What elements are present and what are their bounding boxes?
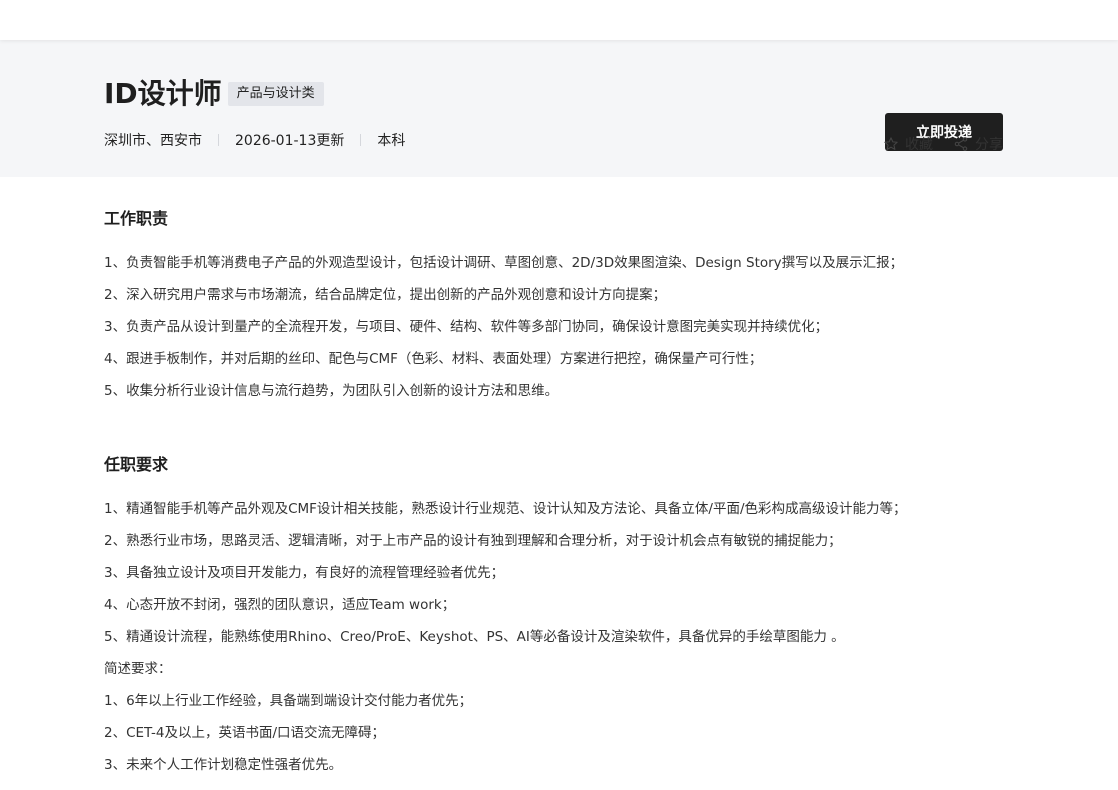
list-item: 1、6年以上行业工作经验，具备端到端设计交付能力者优先；: [104, 693, 473, 709]
list-item: 1、精通智能手机等产品外观及CMF设计相关技能，熟悉设计行业规范、设计认知及方法…: [104, 501, 907, 517]
list-item: 简述要求：: [104, 661, 172, 677]
job-title-row: ID设计师 产品与设计类: [104, 74, 324, 114]
job-updated-date: 2026-01-13更新: [235, 133, 345, 149]
share-button[interactable]: 分享: [953, 134, 1003, 154]
job-category-tag: 产品与设计类: [227, 82, 324, 106]
list-item: 5、收集分析行业设计信息与流行趋势，为团队引入创新的设计方法和思维。: [104, 383, 559, 399]
star-outline-icon: [884, 137, 898, 150]
share-label: 分享: [975, 137, 1003, 153]
list-item: 1、负责智能手机等消费电子产品的外观造型设计，包括设计调研、草图创意、2D/3D…: [104, 255, 904, 271]
section-title: 任职要求: [104, 455, 169, 474]
job-title: ID设计师: [104, 77, 222, 110]
job-education: 本科: [377, 133, 406, 149]
list-item: 2、CET-4及以上，英语书面/口语交流无障碍；: [104, 725, 386, 741]
favorite-label: 收藏: [905, 137, 933, 153]
meta-divider: [218, 134, 219, 146]
job-meta: 深圳市、西安市 2026-01-13更新 本科: [104, 130, 405, 150]
list-item: 2、熟悉行业市场，思路灵活、逻辑清晰，对于上市产品的设计有独到理解和合理分析，对…: [104, 533, 842, 549]
list-item: 4、跟进手板制作，并对后期的丝印、配色与CMF（色彩、材料、表面处理）方案进行把…: [104, 351, 763, 367]
top-nav-bar: [0, 0, 1118, 40]
requirements-section: 任职要求 1、精通智能手机等产品外观及CMF设计相关技能，熟悉设计行业规范、设计…: [104, 454, 1118, 781]
list-item: 2、深入研究用户需求与市场潮流，结合品牌定位，提出创新的产品外观创意和设计方向提…: [104, 287, 667, 303]
meta-divider: [360, 134, 362, 146]
duties-section: 工作职责 1、负责智能手机等消费电子产品的外观造型设计，包括设计调研、草图创意、…: [104, 208, 1118, 407]
list-item: 3、负责产品从设计到量产的全流程开发，与项目、硬件、结构、软件等多部门协同，确保…: [104, 319, 829, 335]
job-description: 工作职责 1、负责智能手机等消费电子产品的外观造型设计，包括设计调研、草图创意、…: [0, 177, 1118, 781]
list-item: 3、具备独立设计及项目开发能力，有良好的流程管理经验者优先；: [104, 565, 505, 581]
favorite-button[interactable]: 收藏: [883, 134, 933, 154]
job-location: 深圳市、西安市: [104, 133, 202, 149]
list-item: 5、精通设计流程，能熟练使用Rhino、Creo/ProE、Keyshot、PS…: [104, 629, 845, 645]
duties-list: 1、负责智能手机等消费电子产品的外观造型设计，包括设计调研、草图创意、2D/3D…: [104, 247, 1118, 407]
job-header: ID设计师 产品与设计类 深圳市、西安市 2026-01-13更新 本科 立即投…: [0, 40, 1118, 177]
list-item: 4、心态开放不封闭，强烈的团队意识，适应Team work；: [104, 597, 456, 613]
share-nodes-icon: [954, 137, 968, 151]
requirements-list: 1、精通智能手机等产品外观及CMF设计相关技能，熟悉设计行业规范、设计认知及方法…: [104, 493, 1118, 781]
section-title: 工作职责: [104, 209, 169, 228]
list-item: 3、未来个人工作计划稳定性强者优先。: [104, 757, 343, 773]
job-actions: 收藏 分享: [863, 134, 1003, 154]
